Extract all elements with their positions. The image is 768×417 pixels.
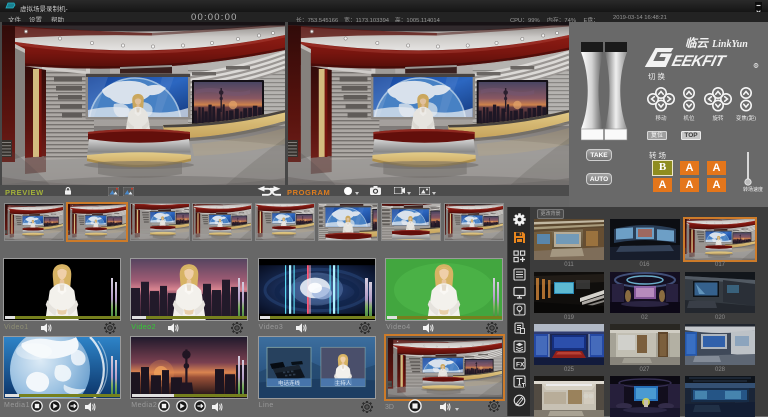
svg-text:FX: FX — [516, 362, 525, 369]
